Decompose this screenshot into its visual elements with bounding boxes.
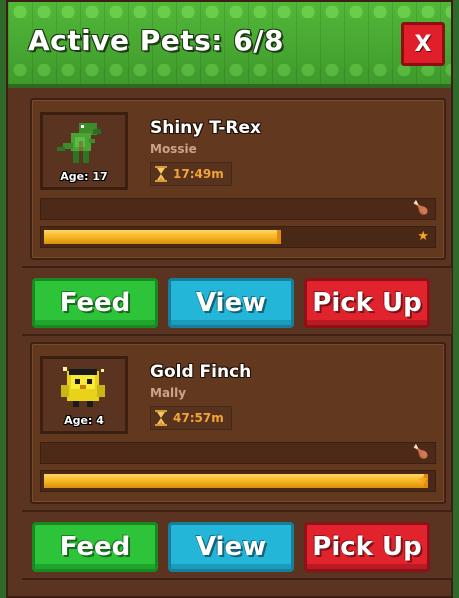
pet-age: Age: 17 [60,170,108,183]
timer-value: 47:57m [173,411,224,425]
gold-finch-icon [61,367,105,407]
meat-drumstick-icon: 🍗 [412,201,429,216]
pet-timer: 17:49m [150,162,232,186]
pet-thumbnail[interactable]: Age: 17 [40,112,128,190]
pet-actions: Feed View Pick Up [22,510,452,580]
pet-thumbnail[interactable]: Age: 4 [40,356,128,434]
feed-button[interactable]: Feed [32,278,158,328]
pet-owner: Mossie [150,142,197,156]
header-studs-lower [8,64,451,76]
pet-card: Age: 17 Shiny T-Rex Mossie 17:49m 🍗 ★ [30,98,446,260]
food-bar: 🍗 [40,198,436,220]
star-icon: ★ [417,473,429,488]
xp-bar-fill [44,230,281,244]
pet-age: Age: 4 [64,414,104,427]
meat-drumstick-icon: 🍗 [412,445,429,460]
green-trex-icon [57,123,101,163]
star-icon: ★ [417,229,429,244]
view-button[interactable]: View [168,522,294,572]
timer-value: 17:49m [173,167,224,181]
feed-button[interactable]: Feed [32,522,158,572]
pick-up-button[interactable]: Pick Up [304,522,430,572]
close-button[interactable]: X [401,22,445,66]
active-pets-panel: Active Pets: 6/8 X Age: 17 Shiny T-Rex M… [6,0,453,598]
pet-card: Age: 4 Gold Finch Mally 47:57m 🍗 ★ [30,342,446,504]
food-bar: 🍗 [40,442,436,464]
panel-title: Active Pets: 6/8 [28,24,284,57]
pet-actions: Feed View Pick Up [22,266,452,336]
pet-name: Gold Finch [150,362,252,382]
view-button[interactable]: View [168,278,294,328]
hourglass-icon [155,410,167,426]
xp-bar: ★ [40,470,436,492]
panel-header: Active Pets: 6/8 X [8,2,451,88]
pet-name: Shiny T-Rex [150,118,262,138]
close-icon: X [414,31,432,57]
xp-bar: ★ [40,226,436,248]
header-studs [8,6,451,18]
pick-up-button[interactable]: Pick Up [304,278,430,328]
hourglass-icon [155,166,167,182]
pet-timer: 47:57m [150,406,232,430]
pet-owner: Mally [150,386,187,400]
xp-bar-fill [44,474,428,488]
